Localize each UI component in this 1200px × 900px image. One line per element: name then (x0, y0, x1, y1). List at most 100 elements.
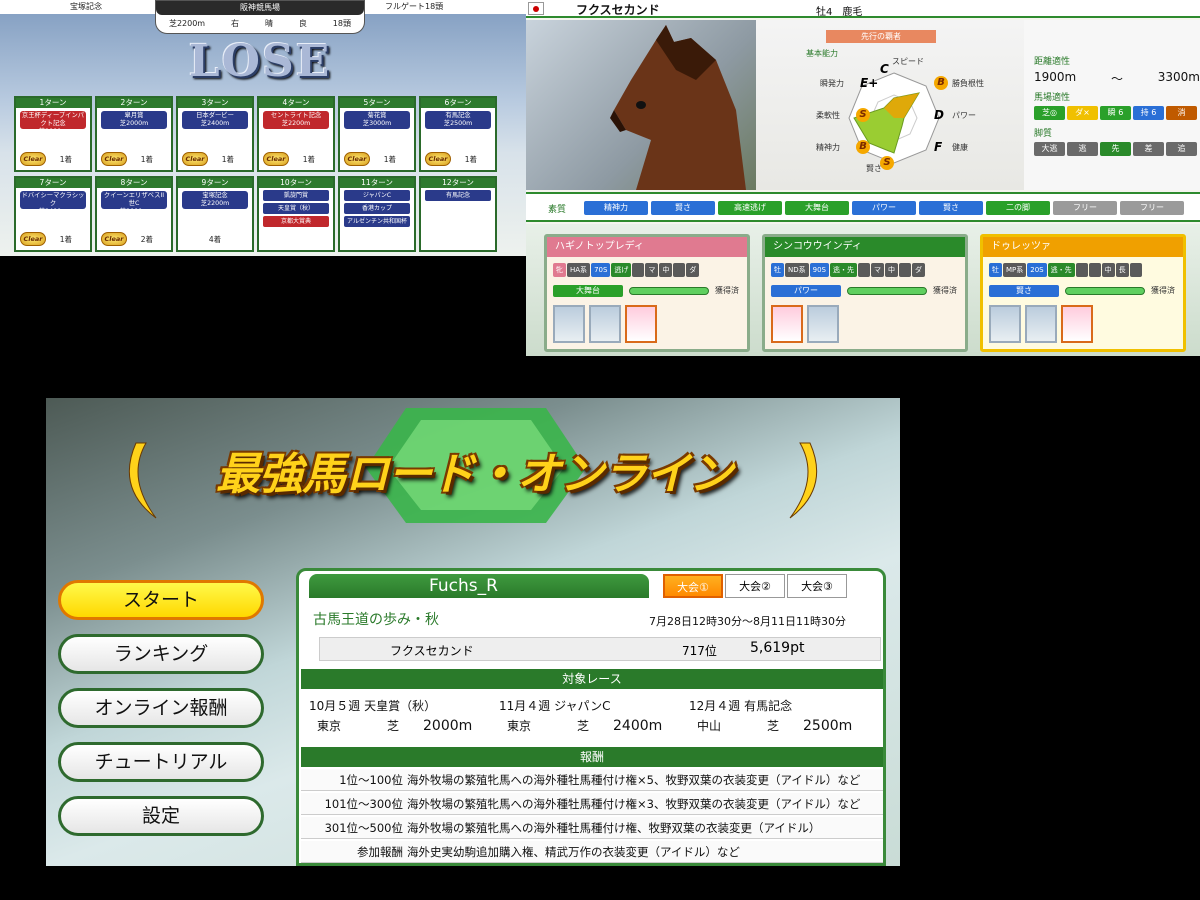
aptitude-panel: 距離適性 1900m ～ 3300m 馬場適性 芝◎ ダ× 瞬 6持 6消 脚質 大逃逃… (1024, 20, 1200, 190)
turn-place: 1着 (59, 235, 72, 244)
turn-card[interactable]: 8ターンクイーンエリザベスII世C芝2000m Clear 2着 (95, 176, 173, 252)
user-name: Fuchs_R (309, 574, 649, 598)
stat-label: 精神力 (816, 143, 840, 152)
weather: 晴 (264, 19, 273, 28)
running-style-chip: 追 (1166, 142, 1197, 156)
parent-aptitude-chip: 逃・先 (830, 263, 857, 277)
tournament-tab[interactable]: 大会① (663, 574, 723, 598)
distance-label: 距離適性 (1034, 57, 1071, 67)
ancestor-portrait-icon[interactable] (807, 305, 839, 343)
parent-aptitude-row: 牡 MP系 20S 逃・先 中長 (989, 263, 1142, 277)
turn-card[interactable]: 3ターン 日本ダービー 芝2400m Clear 1着 (176, 96, 254, 172)
quality-chip: 二の脚 (986, 201, 1050, 215)
stat-grade: B (934, 76, 948, 90)
stat-grade: S (856, 108, 870, 122)
japan-flag-icon (528, 2, 544, 15)
menu-button[interactable]: 設定 (58, 796, 264, 836)
turn-card[interactable]: 5ターン 菊花賞 芝3000m Clear 1着 (338, 96, 416, 172)
turn-race-line: 芝2200m (281, 120, 311, 127)
parent-aptitude-chip: 長 (1115, 263, 1129, 277)
quality-chip: フリー (1053, 201, 1117, 215)
turn-card[interactable]: 12ターン 有馬記念 (419, 176, 497, 252)
turn-option[interactable]: ジャパンC (344, 190, 410, 201)
turn-card[interactable]: 10ターン 凱旋門賞 天皇賞（秋） 京都大賞典 (257, 176, 335, 252)
parent-aptitude-chip (1129, 263, 1142, 277)
turn-race-line: 芝2200m (200, 200, 230, 207)
parent-aptitude-chip: 牡 (771, 263, 784, 277)
distance-max: 3300m (1157, 70, 1200, 84)
turn-option[interactable]: 天皇賞（秋） (263, 203, 329, 214)
turn-option[interactable]: アルゼンチン共和国杯 (344, 216, 410, 227)
running-style-chip: 大逃 (1034, 142, 1065, 156)
horse-status-panel: フクスセカンド 牡4 鹿毛 先行の覇者 基本能力 スピード C 勝負根性 B パワー D 健… (526, 0, 1200, 356)
ancestor-portrait-icon[interactable] (989, 305, 1021, 343)
stat-grade: F (934, 140, 943, 154)
stat-grade: E+ (860, 76, 879, 90)
turn-race-badge: 京王杯ディープインパクト記念芝2000m (20, 111, 86, 129)
full-gate-label: フルゲート18頭 (385, 2, 444, 11)
turn-option[interactable]: 京都大賞典 (263, 216, 329, 227)
parent-aptitude-chip: マ (645, 263, 659, 277)
turn-race-line: 皐月賞 (124, 112, 144, 119)
turn-option[interactable]: 凱旋門賞 (263, 190, 329, 201)
clear-badge-icon: Clear (425, 152, 451, 166)
turn-place: 1着 (302, 155, 315, 164)
ancestor-portrait-icon[interactable] (1025, 305, 1057, 343)
parent-aptitude-chip: 逃げ (611, 263, 632, 277)
target-race-surface: 芝 (767, 719, 780, 733)
clear-badge-icon: Clear (101, 232, 127, 246)
ancestor-portrait-icon[interactable] (1061, 305, 1093, 343)
turn-label: 9ターン (178, 178, 252, 188)
target-race-surface: 芝 (387, 719, 400, 733)
quality-chip: 精神力 (584, 201, 648, 215)
target-race-surface: 芝 (577, 719, 590, 733)
quality-chip: 大舞台 (785, 201, 849, 215)
menu-button[interactable]: スタート (58, 580, 264, 620)
basic-ability-panel: 先行の覇者 基本能力 スピード C 勝負根性 B パワー D 健康 F 賢さ S 精神力 B 柔軟性 S 瞬… (756, 20, 1024, 190)
parent-card[interactable]: シンコウウインディ牡 ND系 90S 逃・先マ中ダパワー 獲得済 (762, 234, 968, 352)
turn-card[interactable]: 11ターン ジャパンC 香港カップ アルゼンチン共和国杯 (338, 176, 416, 252)
menu-button[interactable]: チュートリアル (58, 742, 264, 782)
turn-option[interactable]: 香港カップ (344, 203, 410, 214)
ancestor-portrait-icon[interactable] (553, 305, 585, 343)
parent-aptitude-chip (899, 263, 911, 277)
turn-race-line: 有馬記念 (445, 112, 471, 119)
turn-card[interactable]: 1ターン京王杯ディープインパクト記念芝2000m Clear 1着 (14, 96, 92, 172)
turn-option[interactable]: 有馬記念 (425, 190, 491, 201)
turn-card[interactable]: 6ターン 有馬記念 芝2500m Clear 1着 (419, 96, 497, 172)
track-aptitude-chip: 持 6 (1133, 106, 1164, 120)
ancestor-portrait-icon[interactable] (589, 305, 621, 343)
reward-row: 参加報酬 › 海外史実幼駒追加購入権、精武万作の衣装変更（アイドル）など (301, 841, 883, 863)
acquired-label: 獲得済 (715, 286, 739, 295)
menu-button[interactable]: ランキング (58, 634, 264, 674)
parent-card[interactable]: ハギノトップレディ牝 HA系 70S 逃げマ中ダ大舞台 獲得済 (544, 234, 750, 352)
clear-badge-icon: Clear (101, 152, 127, 166)
turn-card[interactable]: 2ターン 皐月賞 芝2000m Clear 1着 (95, 96, 173, 172)
parent-card[interactable]: ドゥレッツァ牡 MP系 20S 逃・先 中長賢さ 獲得済 (980, 234, 1186, 352)
menu-button[interactable]: オンライン報酬 (58, 688, 264, 728)
turn-card[interactable]: 4ターン セントライト記念 芝2200m Clear 1着 (257, 96, 335, 172)
target-race-distance: 2400m (613, 718, 663, 734)
turn-race-line: 日本ダービー (196, 112, 234, 119)
turn-grid: 1ターン京王杯ディープインパクト記念芝2000mClear1着2ターン皐月賞芝2… (14, 96, 502, 254)
tournament-tab[interactable]: 大会③ (787, 574, 847, 598)
game-title: 最強馬ロード・オンライン (216, 449, 733, 500)
ancestor-portrait-icon[interactable] (625, 305, 657, 343)
target-races-header: 対象レース (301, 669, 883, 689)
target-race-distance: 2000m (423, 718, 473, 734)
race-result-panel: 宝塚記念 フルゲート18頭 阪神競馬場 芝2200m 右 晴 良 18頭 LOS… (0, 0, 526, 256)
course-name: 阪神競馬場 (156, 1, 364, 15)
turn-card[interactable]: 7ターンドバイシーマクラシック芝2400m Clear 1着 (14, 176, 92, 252)
turn-race-line: 芝2400m (200, 120, 230, 127)
ranking-row: フクスセカンド 717位 5,619pt (319, 637, 881, 661)
turn-card[interactable]: 9ターン 宝塚記念 芝2200m 4着 (176, 176, 254, 252)
clear-badge-icon: Clear (263, 152, 289, 166)
ancestor-portrait-icon[interactable] (771, 305, 803, 343)
reward-description: 海外牧場の繁殖牝馬への海外種牡馬種付け権、牧野双葉の衣装変更（アイドル） (407, 821, 821, 835)
running-style-chip: 先 (1100, 142, 1131, 156)
parent-cards: ハギノトップレディ牝 HA系 70S 逃げマ中ダ大舞台 獲得済 シンコウウインディ牡 ND系… (526, 224, 1200, 356)
reward-description: 海外史実幼駒追加購入権、精武万作の衣装変更（アイドル）など (407, 845, 740, 859)
tournament-tab[interactable]: 大会② (725, 574, 785, 598)
quality-chip: パワー (852, 201, 916, 215)
parent-aptitude-chip: 中 (885, 263, 898, 277)
